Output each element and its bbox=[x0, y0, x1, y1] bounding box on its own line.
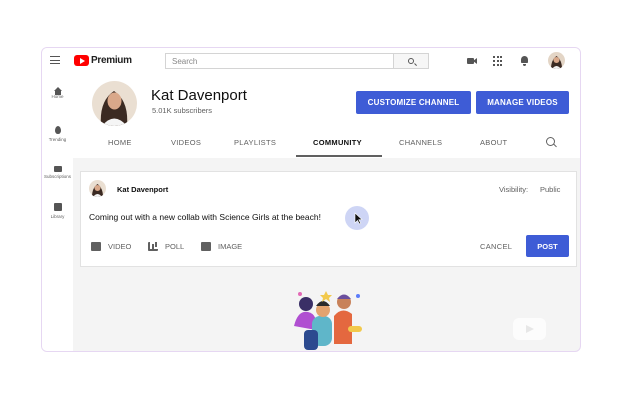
channel-search-icon[interactable] bbox=[546, 137, 555, 146]
poll-icon bbox=[148, 242, 158, 251]
add-poll-button[interactable]: POLL bbox=[148, 242, 184, 251]
sidebar-item-library[interactable]: Library bbox=[42, 203, 73, 219]
tab-home[interactable]: HOME bbox=[108, 138, 132, 147]
channel-avatar[interactable] bbox=[92, 81, 137, 126]
subscriptions-icon bbox=[53, 166, 62, 172]
home-icon bbox=[53, 87, 62, 95]
author-name: Kat Davenport bbox=[117, 185, 169, 194]
notifications-bell-icon[interactable] bbox=[519, 56, 529, 66]
visibility-label: Visibility: bbox=[499, 185, 529, 194]
sidebar-item-label: Subscriptions bbox=[43, 174, 71, 179]
tab-playlists[interactable]: PLAYLISTS bbox=[234, 138, 276, 147]
channel-tabs: HOME VIDEOS PLAYLISTS COMMUNITY CHANNELS… bbox=[73, 129, 580, 158]
post-button[interactable]: POST bbox=[526, 235, 569, 257]
cancel-button[interactable]: CANCEL bbox=[480, 242, 512, 251]
menu-icon[interactable] bbox=[50, 56, 60, 64]
active-tab-indicator bbox=[296, 155, 382, 157]
account-avatar[interactable] bbox=[548, 52, 565, 69]
tab-channels[interactable]: CHANNELS bbox=[399, 138, 442, 147]
image-icon bbox=[201, 242, 211, 251]
channel-header: Kat Davenport 5.01K subscribers CUSTOMIZ… bbox=[73, 74, 580, 158]
post-text-input[interactable]: Coming out with a new collab with Scienc… bbox=[89, 212, 321, 222]
author-avatar bbox=[89, 180, 106, 197]
trending-icon bbox=[54, 126, 61, 134]
search-button[interactable] bbox=[394, 53, 429, 69]
youtube-logo-icon bbox=[74, 55, 89, 66]
youtube-premium-logo[interactable]: Premium bbox=[74, 55, 132, 66]
tool-label: POLL bbox=[165, 242, 185, 251]
tool-label: IMAGE bbox=[218, 242, 243, 251]
app-window: Premium Search Home Trending Subscriptio… bbox=[41, 47, 581, 352]
manage-videos-button[interactable]: MANAGE VIDEOS bbox=[476, 91, 569, 114]
tab-videos[interactable]: VIDEOS bbox=[171, 138, 201, 147]
search-input[interactable]: Search bbox=[165, 53, 394, 69]
sidebar: Home Trending Subscriptions Library bbox=[42, 74, 73, 351]
library-icon bbox=[53, 203, 62, 211]
community-post-composer: Kat Davenport Visibility: Public Coming … bbox=[80, 171, 577, 267]
mouse-pointer-icon bbox=[354, 212, 363, 225]
search-icon bbox=[408, 58, 414, 64]
subscriber-count: 5.01K subscribers bbox=[152, 106, 213, 115]
add-video-button[interactable]: VIDEO bbox=[91, 242, 131, 251]
add-image-button[interactable]: IMAGE bbox=[201, 242, 242, 251]
video-add-icon bbox=[91, 242, 101, 251]
customize-channel-button[interactable]: CUSTOMIZE CHANNEL bbox=[356, 91, 471, 114]
top-bar: Premium Search bbox=[42, 48, 580, 74]
visibility-select[interactable]: Public bbox=[540, 185, 560, 194]
apps-icon[interactable] bbox=[493, 56, 503, 66]
logo-text: Premium bbox=[91, 55, 132, 66]
tab-community[interactable]: COMMUNITY bbox=[313, 138, 362, 147]
cursor-highlight bbox=[345, 206, 369, 230]
tool-label: VIDEO bbox=[108, 242, 132, 251]
create-video-icon[interactable] bbox=[467, 56, 477, 66]
watermark-play-icon bbox=[513, 318, 546, 340]
sidebar-item-label: Library bbox=[50, 214, 65, 219]
channel-name: Kat Davenport bbox=[151, 87, 247, 104]
sidebar-item-label: Trending bbox=[48, 137, 67, 142]
sidebar-item-home[interactable]: Home bbox=[42, 87, 73, 99]
sidebar-item-subscriptions[interactable]: Subscriptions bbox=[42, 165, 73, 179]
tab-about[interactable]: ABOUT bbox=[480, 138, 507, 147]
sidebar-item-trending[interactable]: Trending bbox=[42, 126, 73, 142]
community-illustration bbox=[286, 286, 372, 351]
